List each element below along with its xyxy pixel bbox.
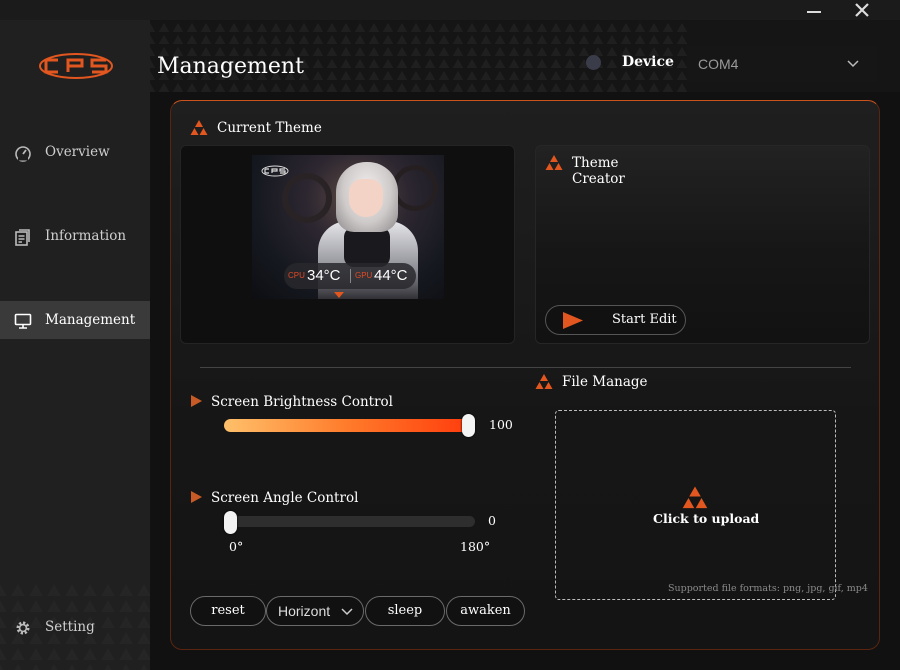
- angle-value: 0: [488, 513, 496, 528]
- gpu-temperature: 44°C: [374, 267, 408, 284]
- gpu-label: GPU: [355, 271, 373, 280]
- cps-logo: [39, 53, 113, 79]
- brightness-slider[interactable]: [224, 419, 475, 432]
- stats-pointer-icon: [334, 292, 344, 298]
- device-status-dot: [586, 55, 601, 70]
- orientation-select-value: Horizont: [278, 603, 331, 619]
- sidebar-item-label: Management: [45, 312, 136, 328]
- triforce-icon: [535, 374, 553, 389]
- sidebar-item-information[interactable]: Information: [0, 217, 150, 255]
- angle-slider[interactable]: [224, 516, 475, 527]
- angle-min-label: 0°: [229, 539, 244, 554]
- theme-preview-image[interactable]: CPU 34°C GPU 44°C: [252, 155, 444, 299]
- theme-creator-title-line: Theme: [572, 155, 619, 171]
- page-title: Management: [157, 54, 304, 79]
- title-bar: [0, 0, 900, 20]
- play-icon: [191, 491, 202, 503]
- current-theme-label: Current Theme: [217, 120, 322, 136]
- device-select[interactable]: COM4: [687, 46, 877, 82]
- gear-icon: [16, 621, 30, 635]
- preview-character-face: [349, 179, 383, 217]
- play-icon: [191, 395, 202, 407]
- preview-background-ring: [282, 173, 332, 223]
- brightness-label: Screen Brightness Control: [211, 394, 393, 410]
- preview-stats-bar: CPU 34°C GPU 44°C: [284, 263, 416, 289]
- reset-button-label: reset: [211, 603, 245, 618]
- file-manage-label: File Manage: [562, 374, 648, 390]
- document-icon: [15, 229, 30, 246]
- brightness-value: 100: [489, 417, 513, 432]
- sidebar-item-label: Information: [45, 228, 127, 244]
- speedometer-icon: [15, 146, 31, 162]
- theme-creator-title: Theme Creator: [572, 155, 625, 187]
- reset-button[interactable]: reset: [190, 596, 266, 626]
- sleep-button[interactable]: sleep: [365, 596, 445, 626]
- chevron-down-icon: [341, 608, 353, 616]
- upload-label: Click to upload: [653, 511, 760, 526]
- chevron-down-icon: [847, 60, 859, 68]
- angle-label: Screen Angle Control: [211, 490, 359, 506]
- sidebar-item-label: Setting: [45, 619, 95, 635]
- brightness-slider-thumb[interactable]: [462, 414, 475, 437]
- cpu-label: CPU: [288, 271, 305, 280]
- monitor-icon: [14, 313, 32, 329]
- sidebar-item-management[interactable]: Management: [0, 301, 150, 339]
- sleep-button-label: sleep: [387, 603, 423, 618]
- start-edit-button[interactable]: Start Edit: [545, 305, 686, 335]
- triforce-icon: [545, 155, 563, 170]
- close-icon[interactable]: [848, 0, 876, 22]
- play-icon: [563, 312, 583, 329]
- awaken-button[interactable]: awaken: [446, 596, 525, 626]
- angle-slider-thumb[interactable]: [224, 511, 237, 534]
- device-select-value: COM4: [698, 56, 739, 72]
- section-divider: [200, 367, 851, 368]
- sidebar-item-setting[interactable]: Setting: [0, 608, 150, 646]
- preview-character-top: [344, 227, 390, 267]
- supported-formats-text: Supported file formats: png, jpg, gif, m…: [668, 583, 868, 594]
- awaken-button-label: awaken: [460, 603, 511, 618]
- upload-icon: [682, 486, 708, 509]
- cpu-temperature: 34°C: [307, 267, 341, 284]
- preview-logo: [261, 165, 289, 177]
- triforce-icon: [190, 120, 208, 135]
- start-edit-label: Start Edit: [612, 312, 677, 327]
- theme-creator-title-line: Creator: [572, 171, 625, 187]
- minimize-icon[interactable]: [800, 0, 828, 20]
- header: Management Device COM4: [150, 20, 900, 92]
- device-label: Device: [622, 54, 674, 70]
- stats-separator: [350, 269, 351, 283]
- sidebar-item-overview[interactable]: Overview: [0, 133, 150, 171]
- sidebar: Overview Information Management Setting: [0, 20, 150, 670]
- sidebar-item-label: Overview: [45, 144, 110, 160]
- preview-background-ring: [392, 165, 438, 211]
- angle-max-label: 180°: [460, 539, 491, 554]
- orientation-select[interactable]: Horizont: [266, 596, 364, 626]
